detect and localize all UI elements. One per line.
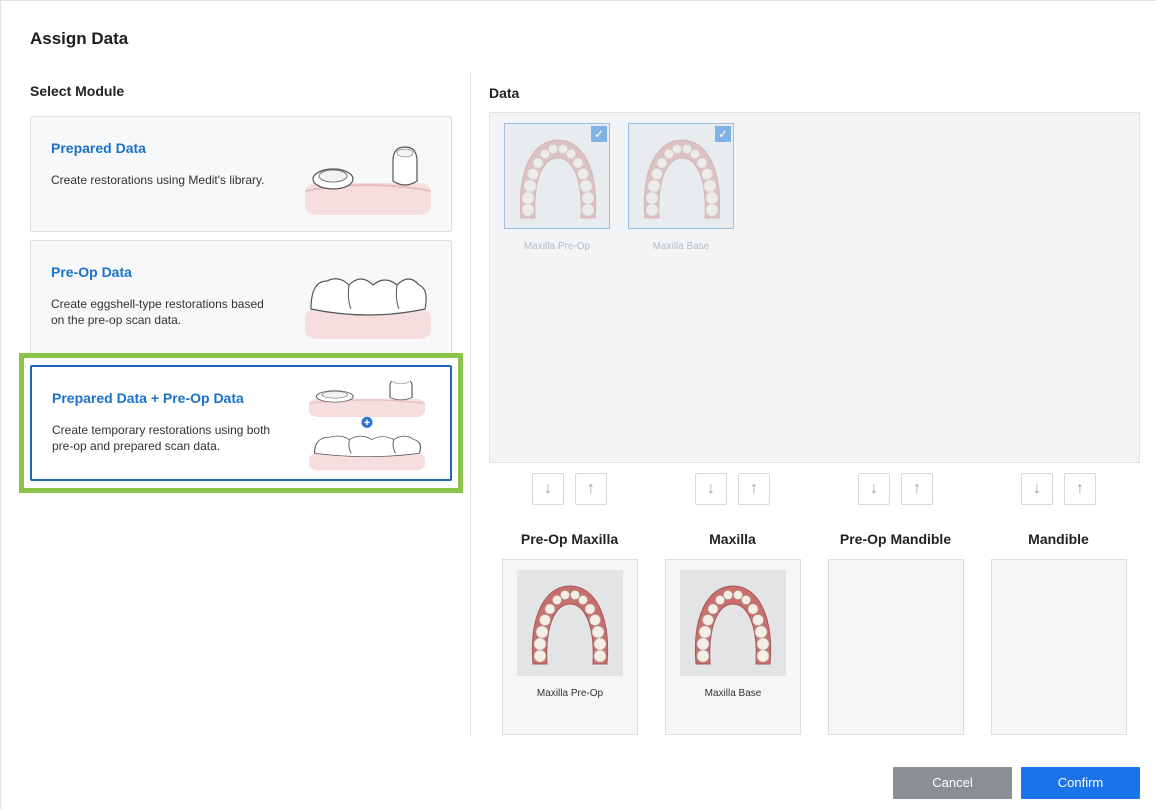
data-pool: ✓ Maxilla Pre-Op ✓ Maxilla Base bbox=[489, 112, 1140, 463]
slot-thumbnail bbox=[680, 570, 786, 676]
combined-teeth-icon bbox=[308, 381, 426, 471]
assign-data-dialog: Assign Data Select Module Prepared Data … bbox=[0, 0, 1156, 809]
check-icon[interactable]: ✓ bbox=[591, 126, 607, 142]
slot-thumbnail bbox=[517, 570, 623, 676]
move-down-maxilla-button[interactable]: ↓ bbox=[695, 473, 727, 505]
cancel-button[interactable]: Cancel bbox=[893, 767, 1012, 799]
pre-op-teeth-icon bbox=[305, 278, 431, 339]
thumb-label: Maxilla Base bbox=[652, 241, 710, 252]
column-title-maxilla: Maxilla bbox=[709, 531, 756, 547]
move-up-pre-op-mandible-button[interactable]: ↑ bbox=[901, 473, 933, 505]
maxilla-arch-icon bbox=[531, 585, 609, 665]
data-thumb-maxilla-pre-op[interactable]: ✓ bbox=[504, 123, 610, 229]
check-icon[interactable]: ✓ bbox=[715, 126, 731, 142]
data-thumb-maxilla-base[interactable]: ✓ bbox=[628, 123, 734, 229]
module-description: Create temporary restorations using both… bbox=[52, 423, 271, 453]
module-card-prepared-data[interactable]: Prepared Data Create restorations using … bbox=[30, 116, 452, 232]
module-description: Create restorations using Medit's librar… bbox=[51, 173, 265, 187]
confirm-button[interactable]: Confirm bbox=[1021, 767, 1140, 799]
data-heading: Data bbox=[489, 85, 520, 101]
select-module-heading: Select Module bbox=[30, 83, 125, 99]
move-down-mandible-button[interactable]: ↓ bbox=[1021, 473, 1053, 505]
maxilla-arch-icon bbox=[519, 139, 597, 219]
column-title-pre-op-mandible: Pre-Op Mandible bbox=[839, 531, 952, 547]
thumb-label: Maxilla Pre-Op bbox=[523, 241, 591, 252]
maxilla-arch-icon bbox=[694, 585, 772, 665]
column-title-mandible: Mandible bbox=[1028, 531, 1089, 547]
slot-label: Maxilla Pre-Op bbox=[536, 688, 604, 699]
move-up-pre-op-maxilla-button[interactable]: ↑ bbox=[575, 473, 607, 505]
move-up-mandible-button[interactable]: ↑ bbox=[1064, 473, 1096, 505]
maxilla-arch-icon bbox=[643, 139, 721, 219]
slot-label: Maxilla Base bbox=[704, 688, 762, 699]
column-title-pre-op-maxilla: Pre-Op Maxilla bbox=[520, 531, 619, 547]
move-down-pre-op-maxilla-button[interactable]: ↓ bbox=[532, 473, 564, 505]
slot-pre-op-mandible[interactable] bbox=[828, 559, 964, 735]
prepared-tooth-icon bbox=[305, 146, 431, 215]
module-card-pre-op-data[interactable]: Pre-Op Data Create eggshell-type restora… bbox=[30, 240, 452, 356]
module-title: Pre-Op Data bbox=[51, 264, 132, 280]
move-up-maxilla-button[interactable]: ↑ bbox=[738, 473, 770, 505]
module-title: Prepared Data + Pre-Op Data bbox=[52, 390, 244, 406]
move-down-pre-op-mandible-button[interactable]: ↓ bbox=[858, 473, 890, 505]
dialog-title: Assign Data bbox=[30, 29, 129, 48]
slot-mandible[interactable] bbox=[991, 559, 1127, 735]
slot-maxilla[interactable]: Maxilla Base bbox=[665, 559, 801, 735]
module-description: Create eggshell-type restorations based … bbox=[51, 297, 264, 327]
slot-pre-op-maxilla[interactable]: Maxilla Pre-Op bbox=[502, 559, 638, 735]
module-card-prepared-plus-pre-op[interactable]: Prepared Data + Pre-Op Data Create tempo… bbox=[30, 365, 452, 481]
module-title: Prepared Data bbox=[51, 140, 146, 156]
panel-divider bbox=[470, 71, 471, 735]
